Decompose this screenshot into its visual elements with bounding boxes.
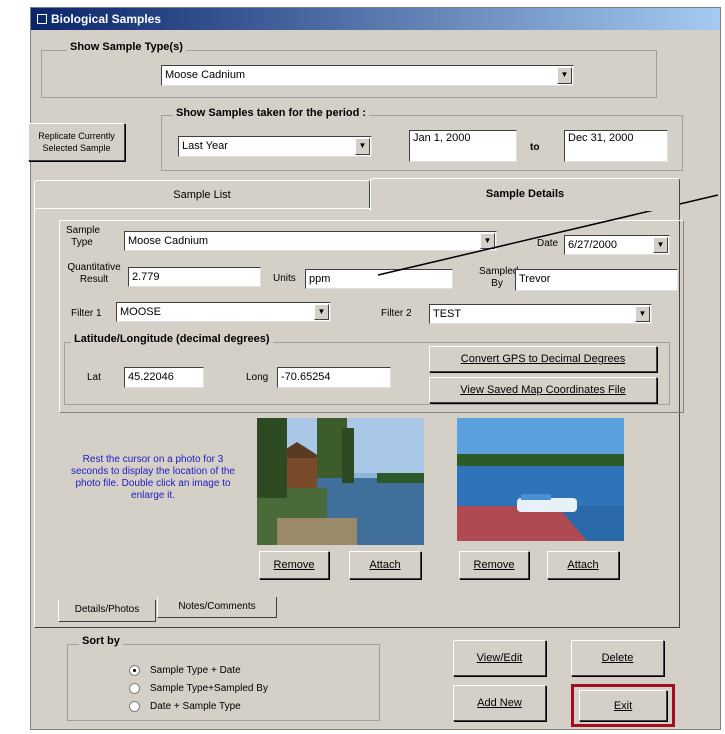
photo2-remove-label: Remove — [473, 559, 515, 571]
convert-gps-button-label: Convert GPS to Decimal Degrees — [460, 353, 626, 365]
lake-dock-photo — [457, 418, 624, 541]
photo2-attach-label: Attach — [567, 559, 599, 571]
lat-value: 45.22046 — [128, 371, 174, 383]
sampled-by-value: Trevor — [519, 273, 551, 285]
quantitative-result-field[interactable]: 2.779 — [128, 267, 261, 287]
date-value: 6/27/2000 — [568, 239, 617, 251]
sample-photo-2[interactable] — [457, 418, 624, 541]
sampled-by-field[interactable]: Trevor — [515, 269, 678, 291]
exit-button[interactable]: Exit — [579, 690, 667, 721]
sample-type-select[interactable]: Moose Cadnium ▼ — [124, 231, 497, 251]
to-date-value: Dec 31, 2000 — [568, 132, 634, 144]
sampled-by-label: Sampled By — [479, 266, 519, 289]
photo1-attach-button[interactable]: Attach — [349, 551, 421, 579]
chevron-down-icon[interactable]: ▼ — [635, 306, 650, 322]
photo2-remove-button[interactable]: Remove — [459, 551, 529, 579]
to-date-field[interactable]: Dec 31, 2000 — [564, 130, 668, 162]
sort-option-type-date[interactable]: Sample Type + Date — [150, 665, 241, 677]
units-label: Units — [273, 273, 296, 284]
chevron-down-icon[interactable]: ▼ — [355, 138, 370, 155]
period-range-select[interactable]: Last Year ▼ — [178, 136, 372, 157]
sample-type-value: Moose Cadnium — [128, 235, 209, 247]
subtab-details-photos-label: Details/Photos — [74, 604, 140, 615]
date-select[interactable]: 6/27/2000 ▼ — [564, 235, 670, 255]
biological-samples-window: Biological Samples × Show Sample Type(s)… — [28, 7, 721, 730]
delete-label: Delete — [601, 652, 634, 664]
subtab-notes-comments[interactable]: Notes/Comments — [157, 597, 277, 618]
sample-type-group-label: Show Sample Type(s) — [67, 41, 186, 53]
view-edit-label: View/Edit — [476, 652, 523, 664]
title-bar: Biological Samples — [31, 8, 720, 30]
lake-cabin-photo — [257, 418, 424, 545]
subtab-details-photos[interactable]: Details/Photos — [58, 600, 156, 622]
tab-sample-details[interactable]: Sample Details — [370, 178, 680, 211]
units-select[interactable]: ppm ▼ — [305, 269, 453, 289]
long-field[interactable]: -70.65254 — [277, 367, 391, 388]
sample-type-filter-value: Moose Cadnium — [165, 69, 246, 81]
replicate-sample-button[interactable]: Replicate Currently Selected Sample — [28, 123, 125, 161]
long-value: -70.65254 — [281, 371, 331, 383]
sample-type-filter-select[interactable]: Moose Cadnium ▼ — [161, 65, 574, 86]
tab-sample-list[interactable]: Sample List — [34, 180, 370, 208]
tab-sample-list-label: Sample List — [173, 189, 231, 201]
window-title: Biological Samples — [51, 12, 162, 26]
photo1-remove-label: Remove — [273, 559, 315, 571]
quantitative-result-label: Quantitative Result — [67, 262, 121, 285]
view-map-coordinates-button-label: View Saved Map Coordinates File — [460, 384, 626, 396]
convert-gps-button[interactable]: Convert GPS to Decimal Degrees — [429, 346, 657, 372]
photo2-attach-button[interactable]: Attach — [547, 551, 619, 579]
chevron-down-icon[interactable]: ▼ — [557, 67, 572, 84]
sort-option-date-type[interactable]: Date + Sample Type — [150, 701, 241, 713]
photo-hint-text: Rest the cursor on a photo for 3 seconds… — [71, 454, 235, 501]
from-date-value: Jan 1, 2000 — [413, 132, 471, 144]
add-new-label: Add New — [477, 697, 522, 709]
subtab-notes-comments-label: Notes/Comments — [178, 601, 256, 612]
sort-radio-type-sampledby[interactable] — [129, 683, 140, 694]
app-icon — [37, 14, 47, 24]
filter1-label: Filter 1 — [71, 308, 102, 319]
long-label: Long — [246, 372, 269, 383]
filter2-value: TEST — [433, 308, 462, 320]
add-new-button[interactable]: Add New — [453, 685, 546, 721]
filter2-select[interactable]: TEST ▼ — [429, 304, 652, 324]
chevron-down-icon[interactable]: ▼ — [314, 304, 329, 320]
filter1-value: MOOSE — [120, 306, 161, 318]
lat-field[interactable]: 45.22046 — [124, 367, 204, 388]
sample-type-label: Sample Type — [66, 225, 100, 248]
filter2-label: Filter 2 — [381, 308, 412, 319]
units-value: ppm — [309, 273, 331, 285]
sort-option-type-sampledby[interactable]: Sample Type+Sampled By — [150, 683, 268, 695]
replicate-sample-button-label: Replicate Currently Selected Sample — [38, 131, 115, 153]
chevron-down-icon[interactable]: ▼ — [653, 237, 668, 253]
tab-sample-details-label: Sample Details — [485, 188, 565, 200]
sort-by-label: Sort by — [79, 635, 123, 647]
view-edit-button[interactable]: View/Edit — [453, 640, 546, 676]
view-map-coordinates-button[interactable]: View Saved Map Coordinates File — [429, 377, 657, 403]
sort-radio-date-type[interactable] — [129, 701, 140, 712]
chevron-down-icon[interactable]: ▼ — [480, 233, 495, 249]
sample-photo-1[interactable] — [257, 418, 424, 545]
to-label: to — [530, 142, 540, 153]
period-group-label: Show Samples taken for the period : — [173, 107, 370, 119]
latlong-heading: Latitude/Longitude (decimal degrees) — [71, 333, 273, 345]
date-label: Date — [537, 238, 559, 249]
quantitative-result-value: 2.779 — [132, 271, 160, 283]
sort-radio-type-date[interactable] — [129, 665, 140, 676]
photo1-attach-label: Attach — [369, 559, 401, 571]
period-range-value: Last Year — [182, 140, 228, 152]
from-date-field[interactable]: Jan 1, 2000 — [409, 130, 517, 162]
filter1-select[interactable]: MOOSE ▼ — [116, 302, 331, 322]
exit-label: Exit — [613, 699, 633, 712]
lat-label: Lat — [87, 372, 101, 383]
delete-button[interactable]: Delete — [571, 640, 664, 676]
photo1-remove-button[interactable]: Remove — [259, 551, 329, 579]
